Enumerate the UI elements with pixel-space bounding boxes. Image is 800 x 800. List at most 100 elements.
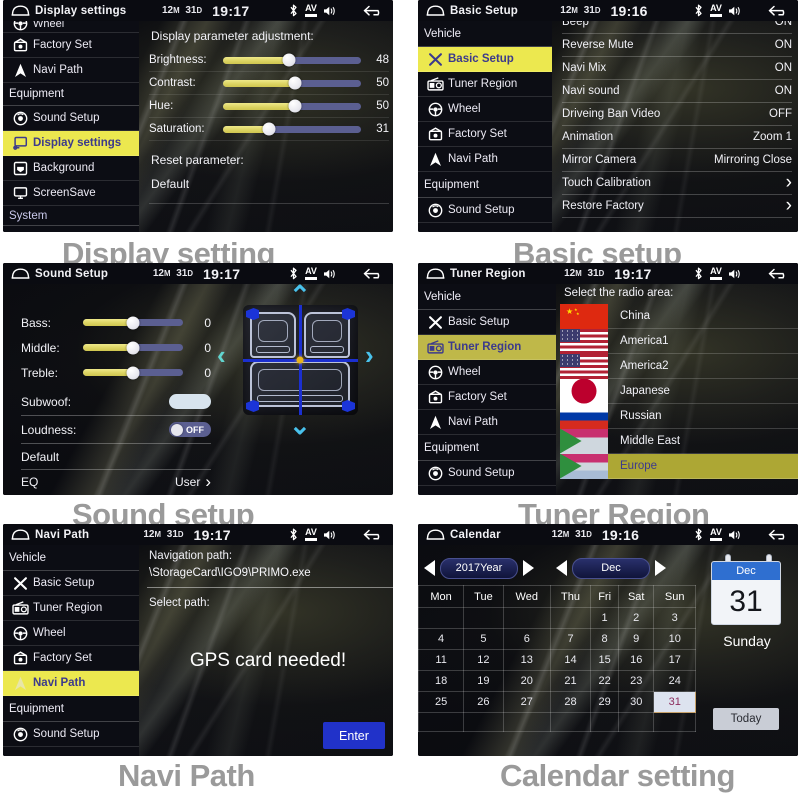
sidebar-item-background[interactable]: Background (3, 156, 139, 181)
sidebar-item-display-settings[interactable]: Display settings (3, 131, 139, 156)
calendar-day-cell[interactable]: 21 (549, 670, 592, 692)
sidebar-item-sound-setup[interactable]: Sound Setup (3, 106, 139, 131)
loudness-toggle[interactable]: OFF (169, 422, 211, 437)
prev-year-button[interactable] (424, 560, 435, 576)
hue-slider-track[interactable] (223, 99, 361, 113)
calendar-day-cell[interactable]: 9 (618, 628, 655, 650)
region-row-europe[interactable]: Europe (560, 453, 798, 479)
calendar-day-cell[interactable]: 27 (502, 691, 551, 713)
calendar-day-cell[interactable]: 20 (502, 670, 551, 692)
region-row-middle-east[interactable]: Middle East (560, 428, 798, 454)
next-month-button[interactable] (655, 560, 666, 576)
middle-slider-track[interactable] (83, 341, 183, 354)
av-icon[interactable]: AV (706, 267, 726, 280)
bass-slider-track[interactable] (83, 316, 183, 329)
bluetooth-icon[interactable] (285, 267, 301, 280)
calendar-day-cell[interactable] (418, 712, 465, 732)
av-icon[interactable]: AV (301, 528, 321, 541)
calendar-day-cell[interactable] (463, 712, 504, 732)
calendar-day-cell[interactable]: 11 (418, 649, 465, 671)
next-year-button[interactable] (523, 560, 534, 576)
calendar-day-cell[interactable]: 5 (463, 628, 504, 650)
calendar-day-cell[interactable]: 6 (502, 628, 551, 650)
sidebar-item-factory-set[interactable]: Factory Set (418, 122, 552, 147)
sidebar-item-tuner-region[interactable]: Tuner Region (418, 72, 552, 97)
list-row[interactable]: Restore Factory › (562, 195, 792, 218)
list-row[interactable]: Touch Calibration › (562, 172, 792, 195)
sidebar-item-factory-set[interactable]: Factory Set (3, 646, 139, 671)
av-icon[interactable]: AV (706, 528, 726, 541)
calendar-day-cell[interactable] (549, 607, 592, 629)
fader-left-arrow[interactable]: ‹ (217, 342, 226, 368)
fader-right-arrow[interactable]: › (365, 342, 374, 368)
calendar-day-cell[interactable]: 15 (590, 649, 620, 671)
calendar-day-cell[interactable]: 14 (549, 649, 592, 671)
slider-row-saturation[interactable]: Saturation: 31 (149, 118, 389, 141)
sidebar-item-wheel[interactable]: Wheel (3, 621, 139, 646)
calendar-day-cell[interactable] (418, 607, 465, 629)
back-arrow-icon[interactable] (766, 5, 792, 17)
calendar-day-cell[interactable]: 3 (653, 607, 696, 629)
region-row-america2[interactable]: America2 (560, 353, 798, 379)
row-subwoofer[interactable]: Subwoof: (21, 388, 211, 416)
row-eq[interactable]: EQ User › (21, 470, 211, 494)
slider-row-bass[interactable]: Bass: 0 (21, 310, 211, 335)
region-row-russian[interactable]: Russian (560, 403, 798, 429)
slider-row-middle[interactable]: Middle: 0 (21, 335, 211, 360)
sidebar-item-factory-set[interactable]: Factory Set (3, 33, 139, 58)
calendar-day-cell[interactable]: 17 (653, 649, 696, 671)
bluetooth-icon[interactable] (285, 528, 301, 541)
home-icon[interactable] (9, 529, 31, 540)
bluetooth-icon[interactable] (690, 528, 706, 541)
calendar-day-cell[interactable]: 25 (418, 691, 465, 713)
back-arrow-icon[interactable] (766, 529, 792, 541)
calendar-day-cell[interactable]: 12 (463, 649, 504, 671)
sidebar-item-factory-set[interactable]: Factory Set (418, 385, 556, 410)
volume-icon[interactable] (321, 268, 339, 280)
sidebar-item-wheel[interactable]: Wheel (418, 97, 552, 122)
fader-up-arrow[interactable]: ⌃ (289, 284, 311, 308)
calendar-day-cell[interactable]: 16 (618, 649, 655, 671)
list-row[interactable]: Animation Zoom 1 (562, 126, 792, 149)
calendar-day-cell[interactable] (502, 607, 551, 629)
calendar-day-cell[interactable] (618, 712, 655, 732)
sidebar-item-navi-path[interactable]: Navi Path (418, 147, 552, 172)
calendar-day-cell[interactable]: 7 (549, 628, 592, 650)
home-icon[interactable] (424, 529, 446, 540)
list-row[interactable]: Driveing Ban Video OFF (562, 103, 792, 126)
av-icon[interactable]: AV (301, 4, 321, 17)
sidebar-item-basic-setup[interactable]: Basic Setup (3, 571, 139, 596)
bluetooth-icon[interactable] (285, 4, 301, 17)
list-row[interactable]: Navi sound ON (562, 80, 792, 103)
calendar-day-cell-selected[interactable]: 31 (653, 691, 696, 713)
bluetooth-icon[interactable] (690, 4, 706, 17)
av-icon[interactable]: AV (301, 267, 321, 280)
calendar-day-cell[interactable]: 1 (590, 607, 620, 629)
sidebar-item-sound-setup[interactable]: Sound Setup (3, 722, 139, 747)
calendar-day-cell[interactable] (549, 712, 592, 732)
row-loudness[interactable]: Loudness: OFF (21, 416, 211, 444)
year-display[interactable]: 2017Year (440, 557, 518, 579)
calendar-day-cell[interactable]: 4 (418, 628, 465, 650)
calendar-day-cell[interactable]: 26 (463, 691, 504, 713)
sidebar-item-tuner-region[interactable]: Tuner Region (3, 596, 139, 621)
sidebar-item-tuner-region[interactable]: Tuner Region (418, 335, 556, 360)
contrast-slider-track[interactable] (223, 76, 361, 90)
row-default[interactable]: Default (21, 444, 211, 470)
fader-down-arrow[interactable]: ⌄ (289, 412, 311, 438)
calendar-day-cell[interactable]: 8 (590, 628, 620, 650)
volume-icon[interactable] (726, 529, 744, 541)
sidebar-item-basic-setup[interactable]: Basic Setup (418, 310, 556, 335)
calendar-day-cell[interactable] (463, 607, 504, 629)
enter-button[interactable]: Enter (323, 722, 385, 749)
calendar-day-cell[interactable]: 18 (418, 670, 465, 692)
sidebar-item-basic-setup[interactable]: Basic Setup (418, 47, 552, 72)
reset-parameter-value[interactable]: Default (151, 177, 189, 191)
slider-row-treble[interactable]: Treble: 0 (21, 360, 211, 385)
calendar-day-cell[interactable]: 30 (618, 691, 655, 713)
slider-row-brightness[interactable]: Brightness: 48 (149, 49, 389, 72)
calendar-day-cell[interactable] (653, 712, 696, 732)
calendar-day-cell[interactable] (502, 712, 551, 732)
sidebar-item-sound-setup[interactable]: Sound Setup (418, 198, 552, 223)
calendar-day-cell[interactable]: 29 (590, 691, 620, 713)
